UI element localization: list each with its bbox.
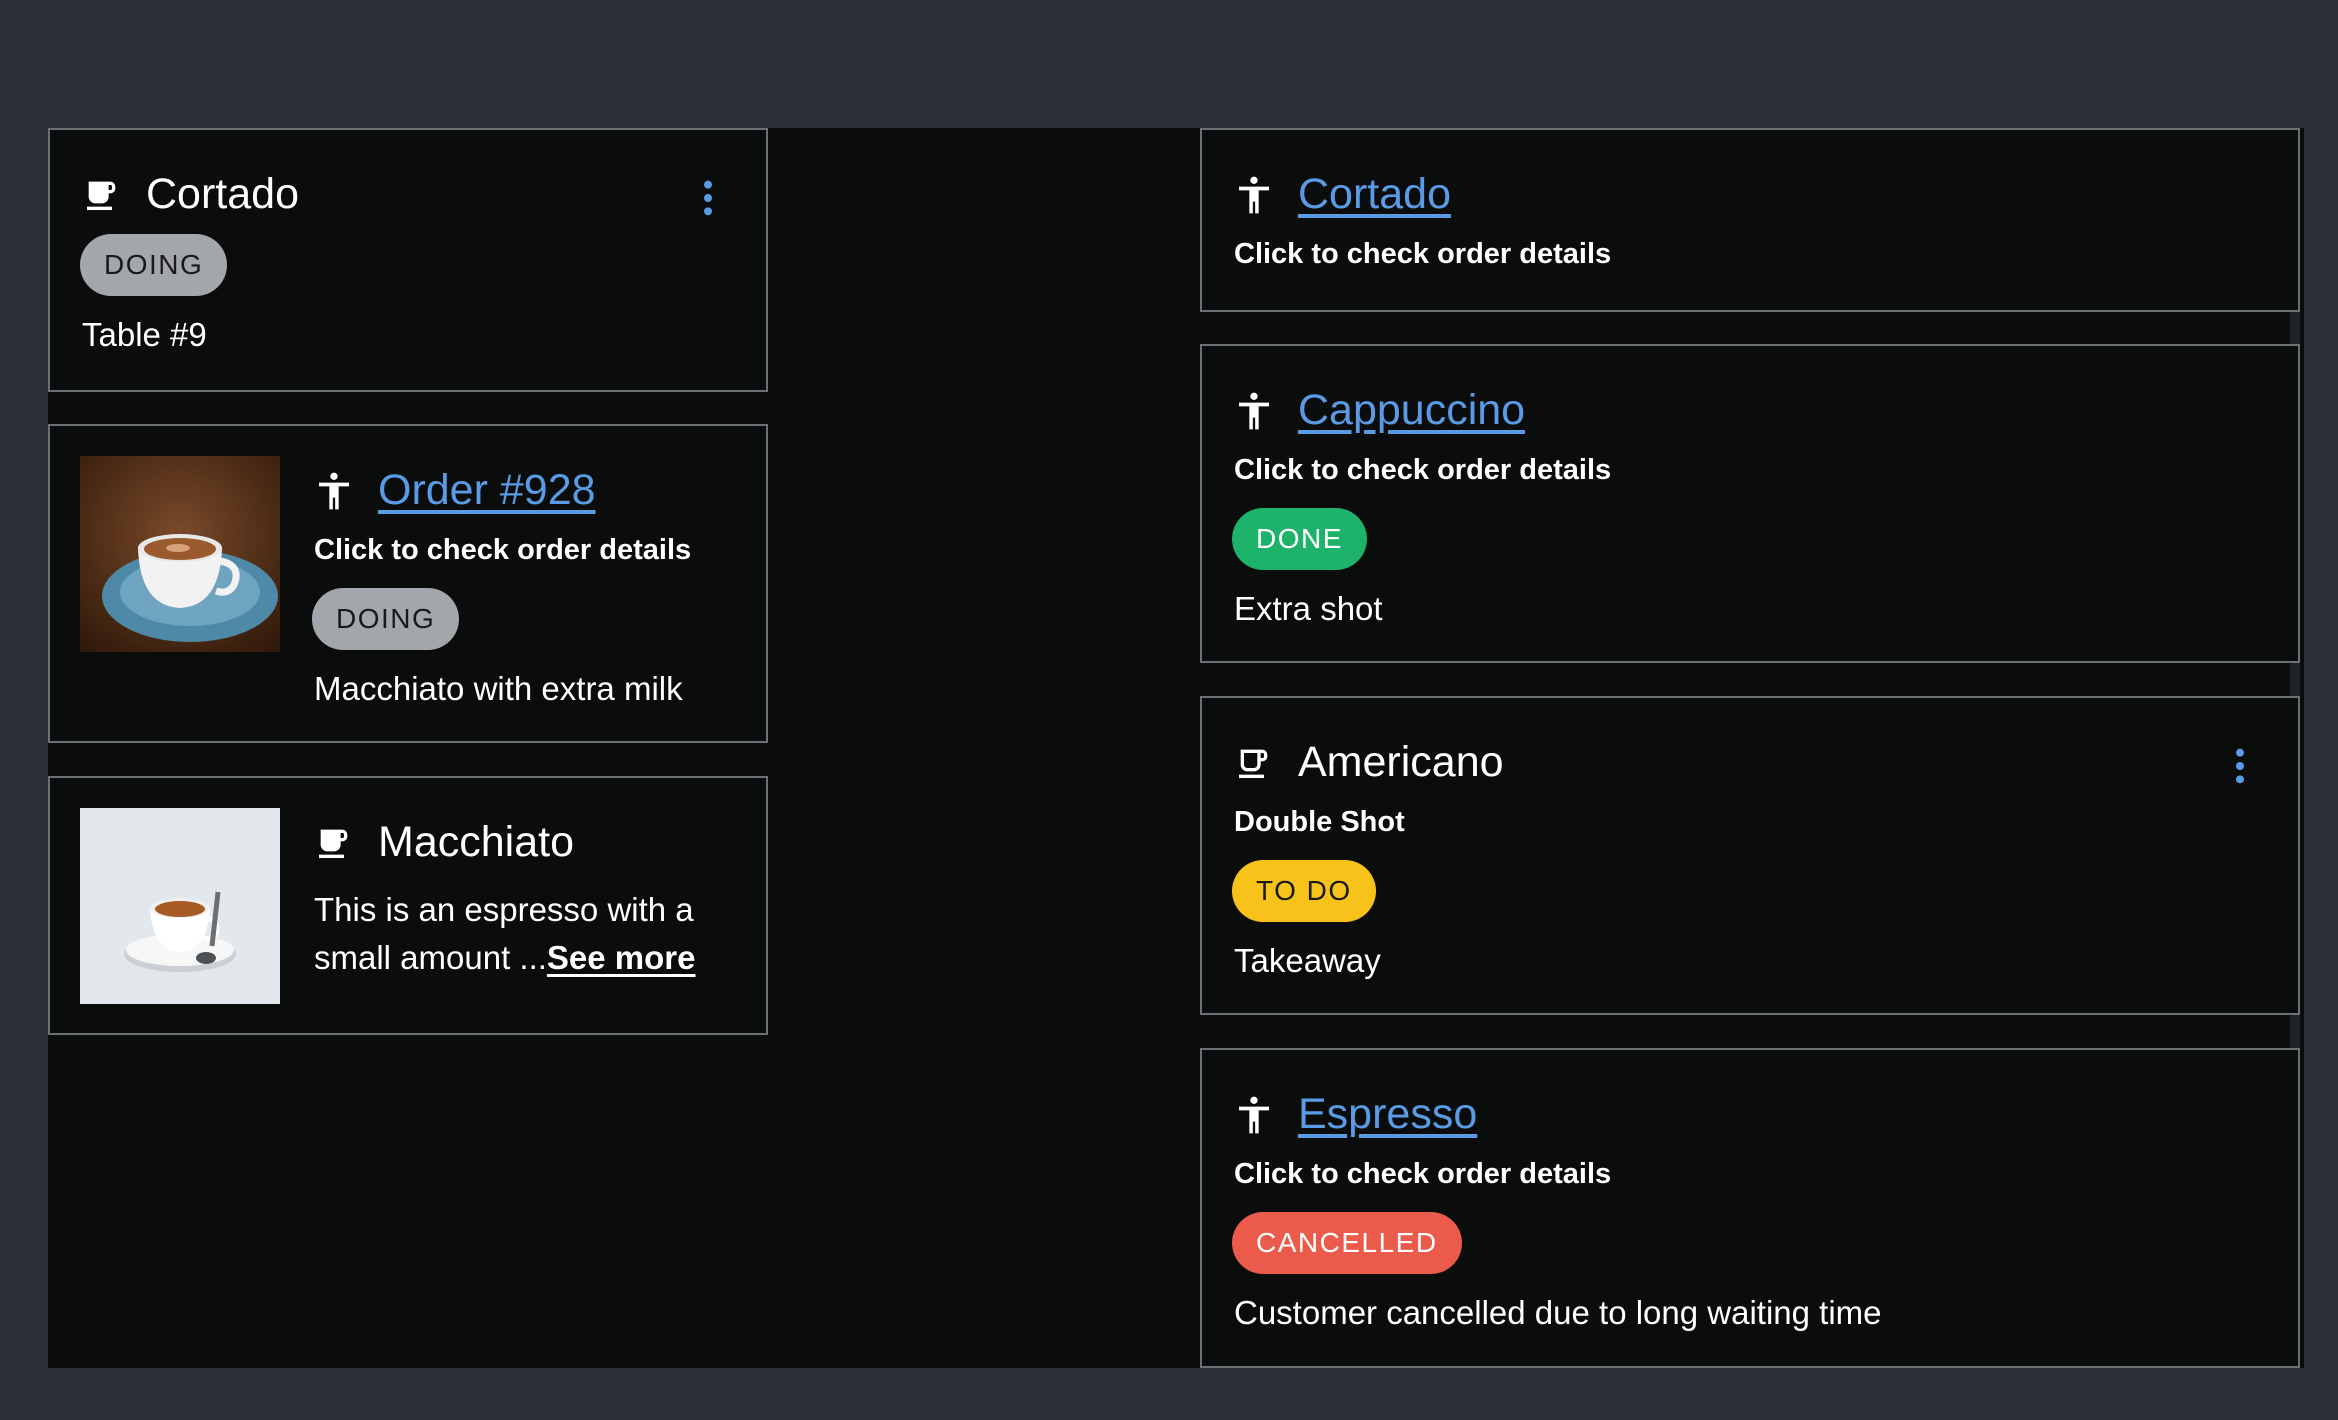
order-link[interactable]: Order #928 (378, 466, 596, 515)
order-card-espresso: Espresso Click to check order details CA… (1200, 1048, 2300, 1368)
order-card-macchiato: Macchiato This is an espresso with a sma… (48, 776, 768, 1035)
card-title: Cortado (146, 170, 299, 218)
accessibility-icon (314, 471, 354, 511)
more-vertical-icon[interactable] (2230, 746, 2250, 786)
card-title: Americano (1298, 738, 1504, 786)
order-card-928: Order #928 Click to check order details … (48, 424, 768, 743)
coffee-cup-icon (314, 823, 354, 863)
card-note: Table #9 (82, 316, 207, 353)
more-vertical-icon[interactable] (698, 178, 718, 218)
card-subtitle: Click to check order details (1234, 238, 1612, 270)
order-card-americano: Americano Double Shot TO DO Takeaway (1200, 696, 2300, 1015)
order-link[interactable]: Cappuccino (1298, 386, 1525, 435)
card-subtitle: Double Shot (1234, 806, 1405, 838)
status-badge-done: DONE (1232, 508, 1367, 570)
coffee-cup-outline-icon (1234, 743, 1274, 783)
coffee-cup-on-saucer-photo (80, 456, 280, 652)
see-more-link[interactable]: See more (547, 939, 696, 976)
status-badge-todo: TO DO (1232, 860, 1376, 922)
description-line: small amount ...See more (314, 934, 696, 982)
order-link[interactable]: Espresso (1298, 1090, 1477, 1139)
description-line: This is an espresso with a (314, 891, 694, 928)
status-badge-cancelled: CANCELLED (1232, 1212, 1462, 1274)
description-text: small amount ... (314, 939, 547, 976)
card-note: Extra shot (1234, 590, 1383, 627)
accessibility-icon (1234, 175, 1274, 215)
order-link[interactable]: Cortado (1298, 170, 1451, 219)
order-card-cappuccino: Cappuccino Click to check order details … (1200, 344, 2300, 663)
card-description: This is an espresso with a small amount … (314, 886, 696, 982)
card-subtitle: Click to check order details (1234, 454, 1612, 486)
card-subtitle: Click to check order details (1234, 1158, 1612, 1190)
accessibility-icon (1234, 1095, 1274, 1135)
card-subtitle: Click to check order details (314, 534, 692, 566)
accessibility-icon (1234, 391, 1274, 431)
card-title: Macchiato (378, 818, 574, 866)
card-note: Macchiato with extra milk (314, 670, 683, 707)
espresso-cup-photo (80, 808, 280, 1004)
status-badge-doing: DOING (312, 588, 460, 650)
order-card-cortado-link: Cortado Click to check order details (1200, 128, 2300, 312)
status-badge-doing: DOING (80, 234, 228, 296)
card-note: Takeaway (1234, 942, 1381, 979)
card-note: Customer cancelled due to long waiting t… (1234, 1294, 1882, 1331)
order-card-cortado: Cortado DOING Table #9 (48, 128, 768, 392)
coffee-cup-icon (82, 175, 122, 215)
